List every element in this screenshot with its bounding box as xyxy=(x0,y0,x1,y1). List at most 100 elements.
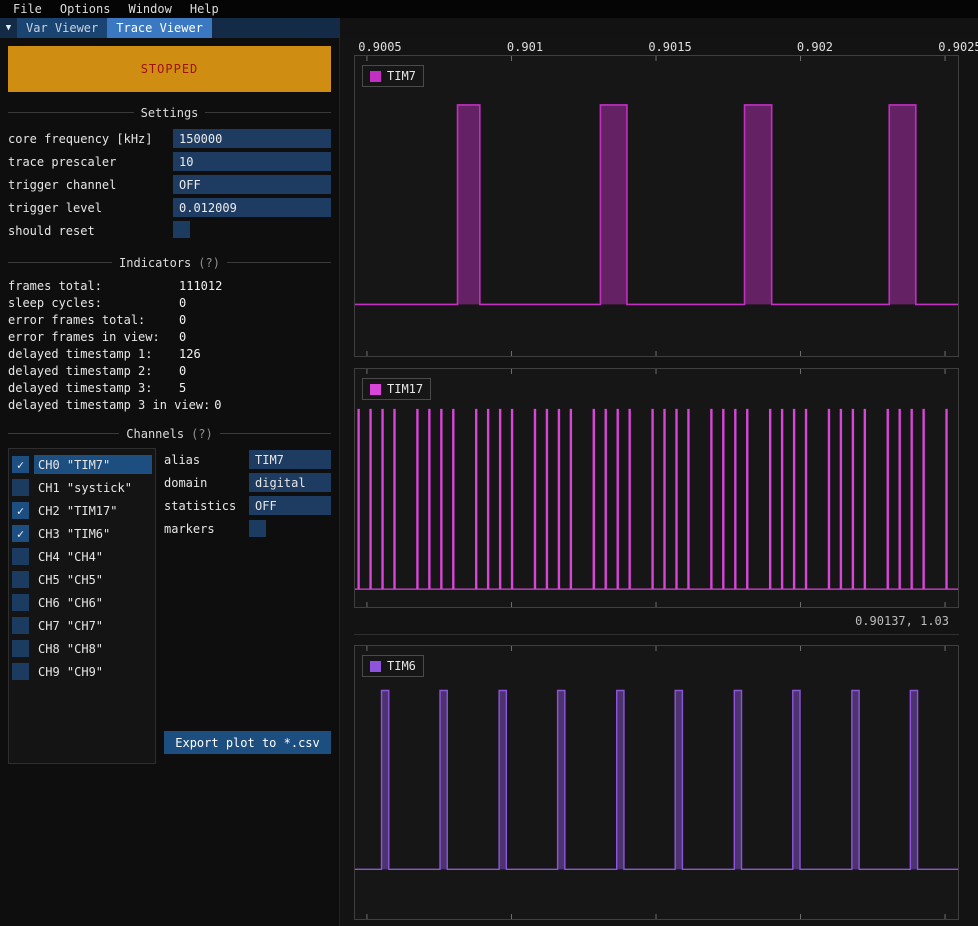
tab-bar: ▼ Var ViewerTrace Viewer xyxy=(0,18,340,38)
legend-label: TIM6 xyxy=(387,659,416,673)
legend-tim6[interactable]: TIM6 xyxy=(362,655,424,677)
indicator-row: error frames total:0 xyxy=(8,311,331,328)
channel-label[interactable]: CH2 "TIM17" xyxy=(34,501,152,520)
indicator-label: delayed timestamp 3 in view: xyxy=(8,398,210,412)
settings-header: Settings xyxy=(8,105,331,120)
channel-row[interactable]: CH9 "CH9" xyxy=(12,660,152,683)
markers-label: markers xyxy=(164,522,249,536)
collapse-arrow-icon[interactable]: ▼ xyxy=(0,18,17,38)
separator-line xyxy=(8,433,119,434)
channel-checkbox[interactable]: ✓ xyxy=(12,456,29,473)
legend-tim17[interactable]: TIM17 xyxy=(362,378,431,400)
channel-row[interactable]: CH4 "CH4" xyxy=(12,545,152,568)
separator-line xyxy=(205,112,331,113)
menu-item-window[interactable]: Window xyxy=(119,0,180,18)
prop-input-alias[interactable]: TIM7 xyxy=(249,450,331,469)
prop-label: domain xyxy=(164,476,249,490)
help-marker-icon[interactable]: (?) xyxy=(191,427,213,441)
channel-checkbox[interactable] xyxy=(12,617,29,634)
channel-label[interactable]: CH6 "CH6" xyxy=(34,593,152,612)
indicator-label: delayed timestamp 3: xyxy=(8,381,175,395)
should-reset-checkbox[interactable] xyxy=(173,221,190,238)
axis-tick-label: 0.9015 xyxy=(648,40,691,54)
channel-row[interactable]: CH8 "CH8" xyxy=(12,637,152,660)
channel-row[interactable]: ✓ CH3 "TIM6" xyxy=(12,522,152,545)
indicator-label: delayed timestamp 1: xyxy=(8,347,175,361)
indicator-value: 5 xyxy=(179,381,186,395)
plot-canvas-tim17[interactable] xyxy=(355,369,958,607)
channel-label[interactable]: CH1 "systick" xyxy=(34,478,152,497)
channel-checkbox[interactable] xyxy=(12,479,29,496)
channel-row[interactable]: CH6 "CH6" xyxy=(12,591,152,614)
channel-checkbox[interactable] xyxy=(12,663,29,680)
tab-var-viewer[interactable]: Var Viewer xyxy=(17,18,107,38)
channel-checkbox[interactable] xyxy=(12,640,29,657)
channel-label[interactable]: CH4 "CH4" xyxy=(34,547,152,566)
plot-canvas-tim7[interactable] xyxy=(355,56,958,356)
channels-header: Channels (?) xyxy=(8,426,331,441)
prop-row-statistics: statisticsOFF xyxy=(164,494,331,517)
channel-row[interactable]: ✓ CH2 "TIM17" xyxy=(12,499,152,522)
setting-label: trace prescaler xyxy=(8,155,173,169)
main-content: STOPPED Settings core frequency [kHz]150… xyxy=(0,38,978,926)
setting-row-trigger-level: trigger level0.012009 xyxy=(8,196,331,219)
channel-prop-fields: aliasTIM7domaindigitalstatisticsOFF xyxy=(164,448,331,517)
indicator-value: 0 xyxy=(179,313,186,327)
markers-checkbox[interactable] xyxy=(249,520,266,537)
channel-row[interactable]: CH7 "CH7" xyxy=(12,614,152,637)
indicator-value: 0 xyxy=(179,296,186,310)
channel-row[interactable]: CH5 "CH5" xyxy=(12,568,152,591)
legend-swatch-icon xyxy=(370,384,381,395)
setting-input-trigger-channel[interactable]: OFF xyxy=(173,175,331,194)
indicator-value: 111012 xyxy=(179,279,222,293)
indicator-value: 0 xyxy=(179,330,186,344)
channel-label[interactable]: CH3 "TIM6" xyxy=(34,524,152,543)
channel-label[interactable]: CH5 "CH5" xyxy=(34,570,152,589)
stop-button[interactable]: STOPPED xyxy=(8,46,331,92)
channel-label[interactable]: CH7 "CH7" xyxy=(34,616,152,635)
separator-line xyxy=(227,262,331,263)
tabs: Var ViewerTrace Viewer xyxy=(17,18,212,38)
indicator-label: sleep cycles: xyxy=(8,296,175,310)
channel-checkbox[interactable] xyxy=(12,548,29,565)
plot-canvas-tim6[interactable] xyxy=(355,646,958,919)
setting-label: trigger channel xyxy=(8,178,173,192)
channel-label[interactable]: CH0 "TIM7" xyxy=(34,455,152,474)
separator-line xyxy=(8,262,112,263)
channel-row[interactable]: CH1 "systick" xyxy=(12,476,152,499)
settings-fields: core frequency [kHz]150000trace prescale… xyxy=(8,127,331,219)
plot-panel: 0.90050.9010.90150.9020.9025 TIM7 TIM17 … xyxy=(340,38,978,926)
setting-input-core-frequency-khz[interactable]: 150000 xyxy=(173,129,331,148)
plot-tim6: TIM6 xyxy=(354,645,959,920)
menu-item-options[interactable]: Options xyxy=(51,0,120,18)
settings-header-label: Settings xyxy=(141,106,199,120)
help-marker-icon[interactable]: (?) xyxy=(198,256,220,270)
indicator-value: 126 xyxy=(179,347,201,361)
setting-input-trigger-level[interactable]: 0.012009 xyxy=(173,198,331,217)
indicator-label: frames total: xyxy=(8,279,175,293)
tab-trace-viewer[interactable]: Trace Viewer xyxy=(107,18,212,38)
channel-row[interactable]: ✓ CH0 "TIM7" xyxy=(12,453,152,476)
indicators-header: Indicators (?) xyxy=(8,255,331,270)
channel-checkbox[interactable]: ✓ xyxy=(12,525,29,542)
should-reset-row: should reset xyxy=(8,219,331,242)
prop-input-statistics[interactable]: OFF xyxy=(249,496,331,515)
channel-checkbox[interactable]: ✓ xyxy=(12,502,29,519)
legend-label: TIM7 xyxy=(387,69,416,83)
menu-item-file[interactable]: File xyxy=(4,0,51,18)
prop-label: statistics xyxy=(164,499,249,513)
legend-tim7[interactable]: TIM7 xyxy=(362,65,424,87)
prop-input-domain[interactable]: digital xyxy=(249,473,331,492)
menu-item-help[interactable]: Help xyxy=(181,0,228,18)
indicator-label: delayed timestamp 2: xyxy=(8,364,175,378)
export-csv-button[interactable]: Export plot to *.csv xyxy=(164,731,331,754)
channel-checkbox[interactable] xyxy=(12,594,29,611)
indicator-row: frames total: 111012 xyxy=(8,277,331,294)
setting-input-trace-prescaler[interactable]: 10 xyxy=(173,152,331,171)
channel-label[interactable]: CH8 "CH8" xyxy=(34,639,152,658)
channel-checkbox[interactable] xyxy=(12,571,29,588)
channel-label[interactable]: CH9 "CH9" xyxy=(34,662,152,681)
axis-tick-label: 0.901 xyxy=(507,40,543,54)
indicator-row: error frames in view:0 xyxy=(8,328,331,345)
channels-area: ✓ CH0 "TIM7" CH1 "systick" ✓ CH2 "TIM17" ✓ CH3… xyxy=(8,448,331,770)
